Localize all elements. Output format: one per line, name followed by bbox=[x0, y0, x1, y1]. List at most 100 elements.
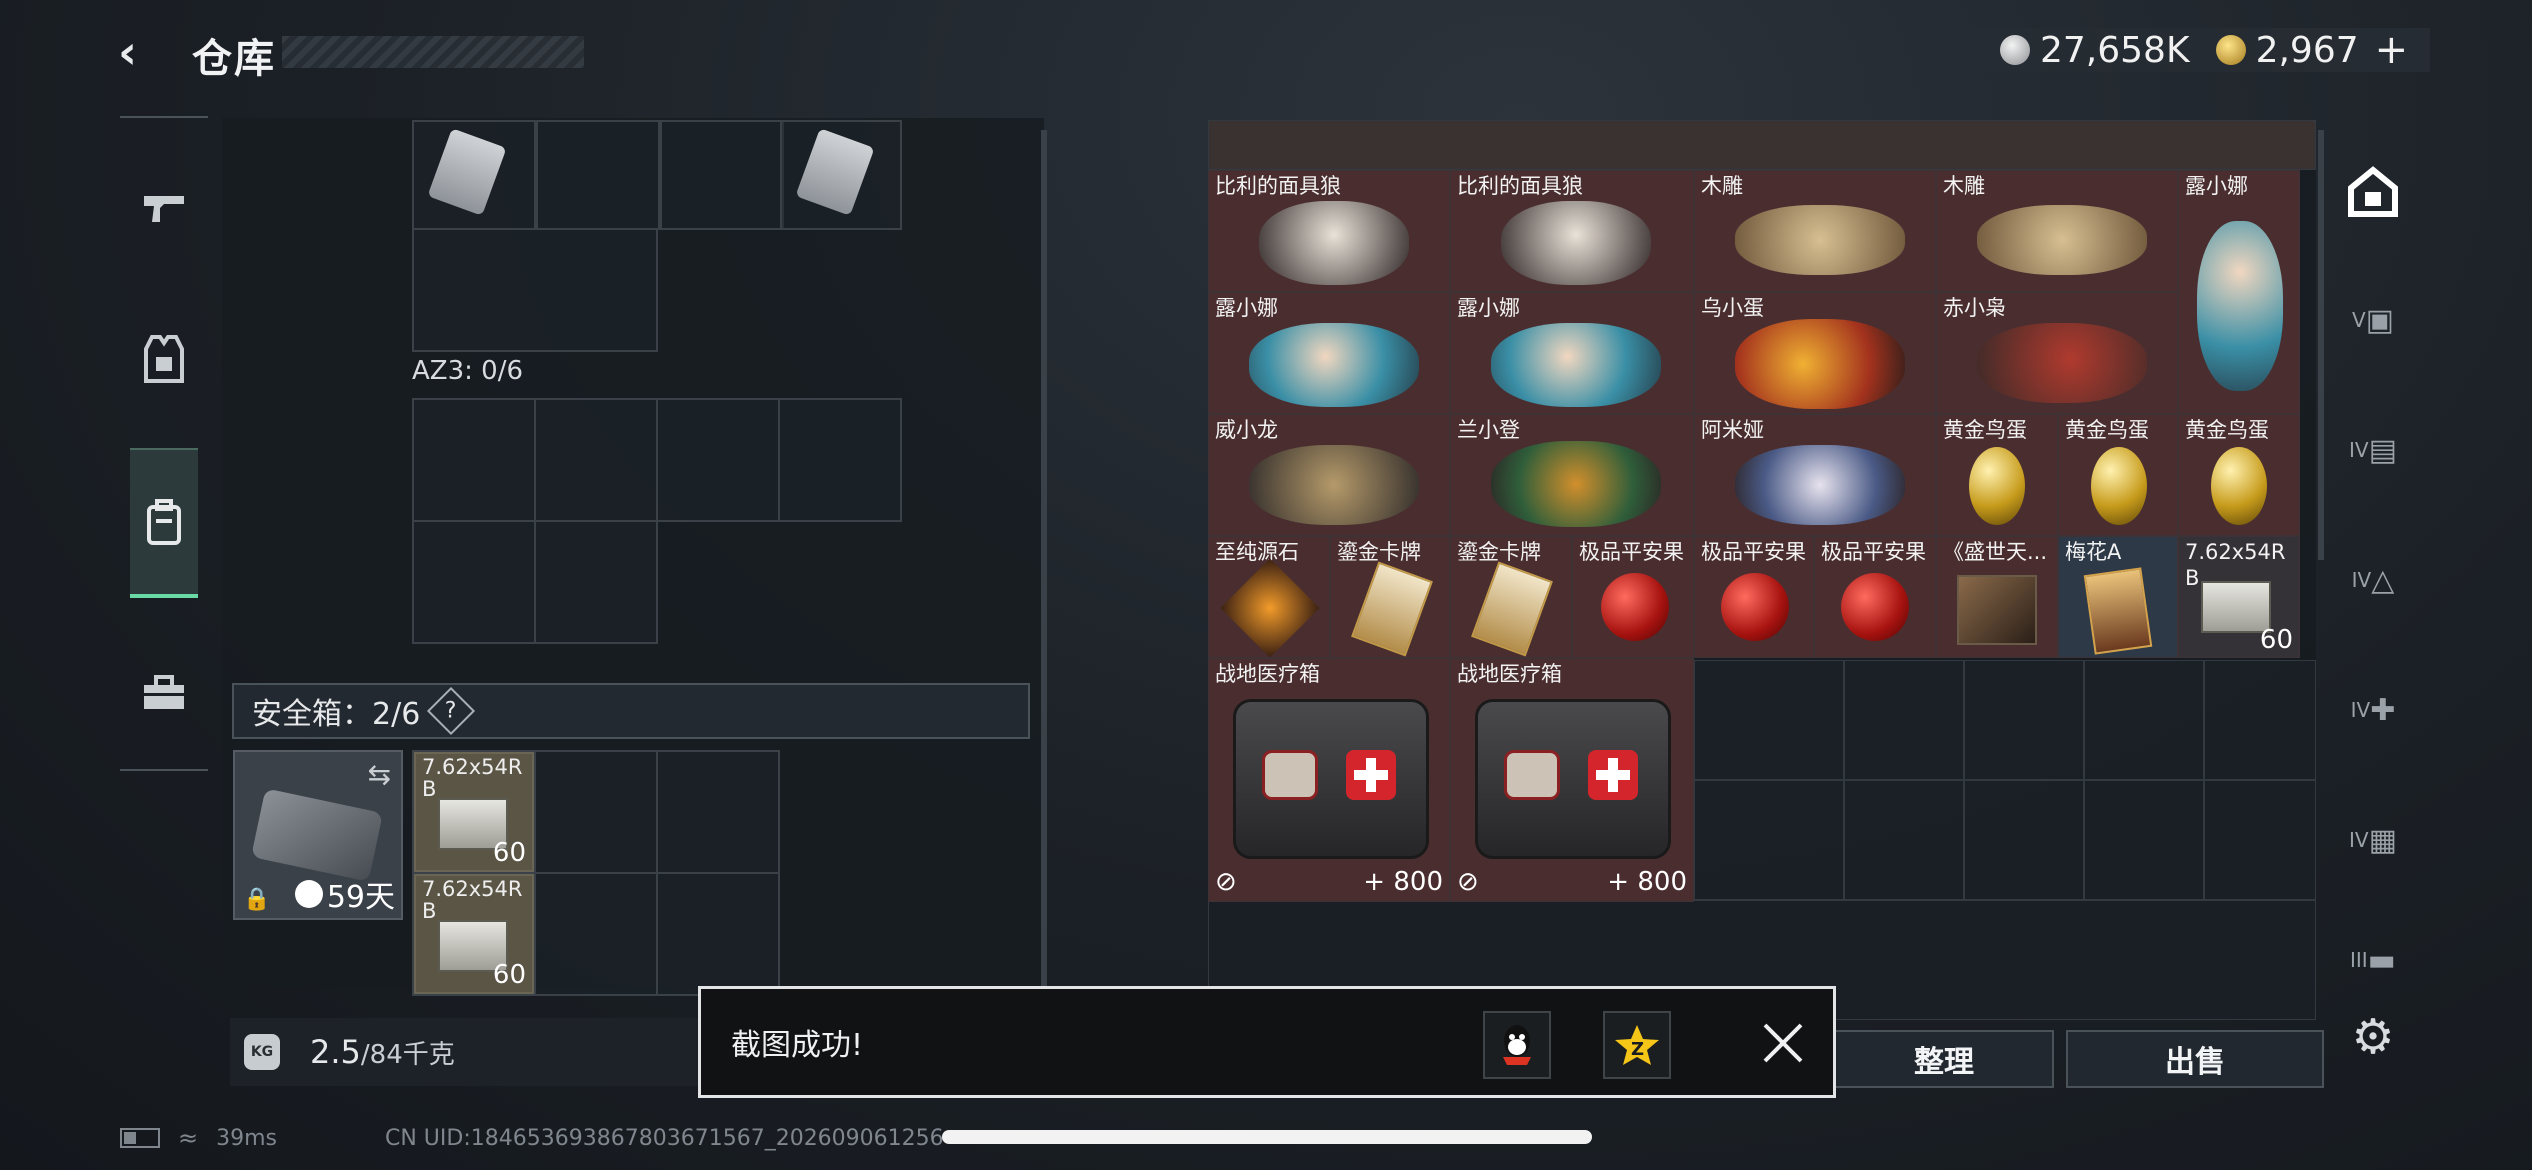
stash-item[interactable]: 黄金鸟蛋 bbox=[1936, 414, 2058, 536]
weight-current: 2.5 bbox=[310, 1033, 361, 1071]
keycard-item[interactable] bbox=[795, 128, 875, 216]
safe-box-item[interactable]: ⇆ 🔒 59天 bbox=[233, 750, 403, 920]
stash-item[interactable]: 乌小蛋 bbox=[1694, 292, 1936, 414]
screenshot-toast: 截图成功! Z bbox=[698, 986, 1836, 1098]
stash-home-icon[interactable] bbox=[2338, 162, 2408, 222]
sell-button[interactable]: 出售 bbox=[2066, 1030, 2324, 1088]
stash-item[interactable]: 赤小枭 bbox=[1936, 292, 2178, 414]
safe-case-image bbox=[251, 788, 383, 882]
qq-share-icon[interactable] bbox=[1483, 1011, 1551, 1079]
stash-item[interactable]: 鎏金卡牌 bbox=[1450, 536, 1572, 658]
safe-days-remaining: 59天 bbox=[326, 880, 395, 915]
help-icon[interactable]: ? bbox=[427, 686, 476, 736]
item-durability: 800 bbox=[1637, 867, 1687, 897]
stash-item[interactable]: 极品平安果 bbox=[1694, 536, 1814, 658]
qzone-share-icon[interactable]: Z bbox=[1603, 1011, 1671, 1079]
ammo-item[interactable]: 7.62x54R B 60 bbox=[414, 752, 534, 872]
figure-doll-image bbox=[1491, 323, 1661, 407]
item-label: 战地医疗箱 bbox=[1215, 662, 1320, 686]
stash-item[interactable]: 极品平安果 bbox=[1814, 536, 1936, 658]
stash-item[interactable]: 木雕 bbox=[1936, 170, 2178, 292]
stash-item[interactable]: 7.62x54R B 60 bbox=[2178, 536, 2300, 658]
stash-item[interactable]: 比利的面具狼 bbox=[1208, 170, 1450, 292]
case-iv-weapon-icon[interactable]: IV ▤ bbox=[2338, 420, 2408, 480]
stash-item[interactable]: 露小娜 bbox=[1208, 292, 1450, 414]
stash-empty-cell[interactable] bbox=[2204, 660, 2316, 780]
case-iii-icon[interactable]: III ▬ bbox=[2338, 940, 2408, 980]
settings-icon[interactable]: ⚙ bbox=[2346, 1010, 2400, 1064]
stash-item[interactable]: 兰小登 bbox=[1450, 414, 1694, 536]
weight-kg-icon: KG bbox=[244, 1034, 280, 1070]
stash-item[interactable]: 至纯源石 bbox=[1208, 536, 1330, 658]
safe-slot[interactable] bbox=[656, 872, 780, 996]
keycard-item[interactable] bbox=[427, 128, 507, 216]
backpack-icon[interactable] bbox=[130, 448, 198, 598]
stash-item[interactable]: 比利的面具狼 bbox=[1450, 170, 1694, 292]
left-scrollbar[interactable] bbox=[1041, 130, 1047, 990]
swap-icon[interactable]: ⇆ bbox=[368, 758, 391, 791]
stash-empty-cell[interactable] bbox=[2084, 660, 2204, 780]
case-v-icon[interactable]: V ▣ bbox=[2338, 290, 2408, 350]
rig-slot[interactable] bbox=[412, 398, 536, 522]
sort-button[interactable]: 整理 bbox=[1834, 1030, 2054, 1088]
item-label: 比利的面具狼 bbox=[1215, 174, 1341, 198]
case-iv-medical-icon[interactable]: IV ✚ bbox=[2338, 680, 2408, 740]
stash-item[interactable]: 黄金鸟蛋 bbox=[2058, 414, 2178, 536]
stash-item[interactable]: 阿米娅 bbox=[1694, 414, 1936, 536]
ammo-item[interactable]: 7.62x54R B 60 bbox=[414, 874, 534, 994]
armor-vest-icon[interactable] bbox=[130, 304, 198, 414]
rig-slot[interactable] bbox=[660, 120, 784, 230]
stash-empty-cell[interactable] bbox=[1844, 780, 1964, 900]
safe-slot[interactable] bbox=[656, 750, 780, 874]
stash-item[interactable]: 木雕 bbox=[1694, 170, 1936, 292]
stash-item[interactable]: 战地医疗箱 ⊘ + 800 bbox=[1450, 658, 1694, 902]
item-label: 木雕 bbox=[1943, 174, 1985, 198]
home-indicator[interactable] bbox=[942, 1130, 1592, 1144]
gilded-card-image bbox=[1351, 561, 1433, 657]
case-iv-armor-icon[interactable]: IV △ bbox=[2338, 550, 2408, 610]
back-arrow-icon[interactable]: ‹ bbox=[118, 28, 166, 76]
stash-item[interactable]: 黄金鸟蛋 bbox=[2178, 414, 2300, 536]
stash-item[interactable]: 极品平安果 bbox=[1572, 536, 1694, 658]
rig-slot[interactable] bbox=[534, 398, 658, 522]
playing-card-image bbox=[2083, 567, 2153, 655]
item-label: 战地医疗箱 bbox=[1457, 662, 1562, 686]
stash-empty-cell[interactable] bbox=[1844, 660, 1964, 780]
stash-empty-cell[interactable] bbox=[1694, 660, 1844, 780]
clock-icon bbox=[294, 880, 323, 908]
stash-empty-cell[interactable] bbox=[1694, 780, 1844, 900]
stash-empty-cell[interactable] bbox=[1964, 780, 2084, 900]
safe-slot[interactable] bbox=[534, 750, 658, 874]
rig-slot[interactable] bbox=[656, 398, 780, 522]
stash-empty-cell[interactable] bbox=[1964, 660, 2084, 780]
stash-item[interactable]: 战地医疗箱 ⊘ + 800 bbox=[1208, 658, 1450, 902]
stash-item[interactable]: 《盛世天... bbox=[1936, 536, 2058, 658]
pistol-icon[interactable] bbox=[130, 154, 198, 264]
rig-slot[interactable] bbox=[412, 120, 536, 230]
rig-slot[interactable] bbox=[536, 120, 660, 230]
rig-slot[interactable] bbox=[412, 520, 536, 644]
item-label: 极品平安果 bbox=[1821, 540, 1926, 564]
toolbox-icon[interactable] bbox=[130, 638, 198, 748]
plus-icon: + bbox=[1363, 867, 1386, 897]
gold-coin-icon bbox=[2215, 35, 2246, 65]
stash-item[interactable]: 露小娜 bbox=[1450, 292, 1694, 414]
close-icon[interactable] bbox=[1753, 1013, 1813, 1073]
rig-slot[interactable] bbox=[778, 398, 902, 522]
stash-empty-cell[interactable] bbox=[2204, 780, 2316, 900]
safe-slot[interactable] bbox=[534, 872, 658, 996]
add-gold-button[interactable]: + bbox=[2375, 27, 2409, 73]
mask-doll-image bbox=[1259, 201, 1409, 285]
stash-item[interactable]: 威小龙 bbox=[1208, 414, 1450, 536]
rig-slot[interactable] bbox=[412, 228, 658, 352]
rig-slot[interactable] bbox=[534, 520, 658, 644]
rig-slot[interactable] bbox=[780, 120, 902, 230]
item-label: 至纯源石 bbox=[1215, 540, 1299, 564]
stash-item[interactable]: 梅花A bbox=[2058, 536, 2178, 658]
stash-item[interactable]: 露小娜 bbox=[2178, 170, 2300, 414]
stash-item[interactable]: 鎏金卡牌 bbox=[1330, 536, 1450, 658]
case-iv-folder-icon[interactable]: IV ▦ bbox=[2338, 810, 2408, 870]
stash-tabs-nav: V ▣ IV ▤ IV △ IV ✚ IV ▦ III ▬ bbox=[2318, 120, 2428, 1000]
page-title: 仓库 bbox=[192, 36, 276, 82]
stash-empty-cell[interactable] bbox=[2084, 780, 2204, 900]
